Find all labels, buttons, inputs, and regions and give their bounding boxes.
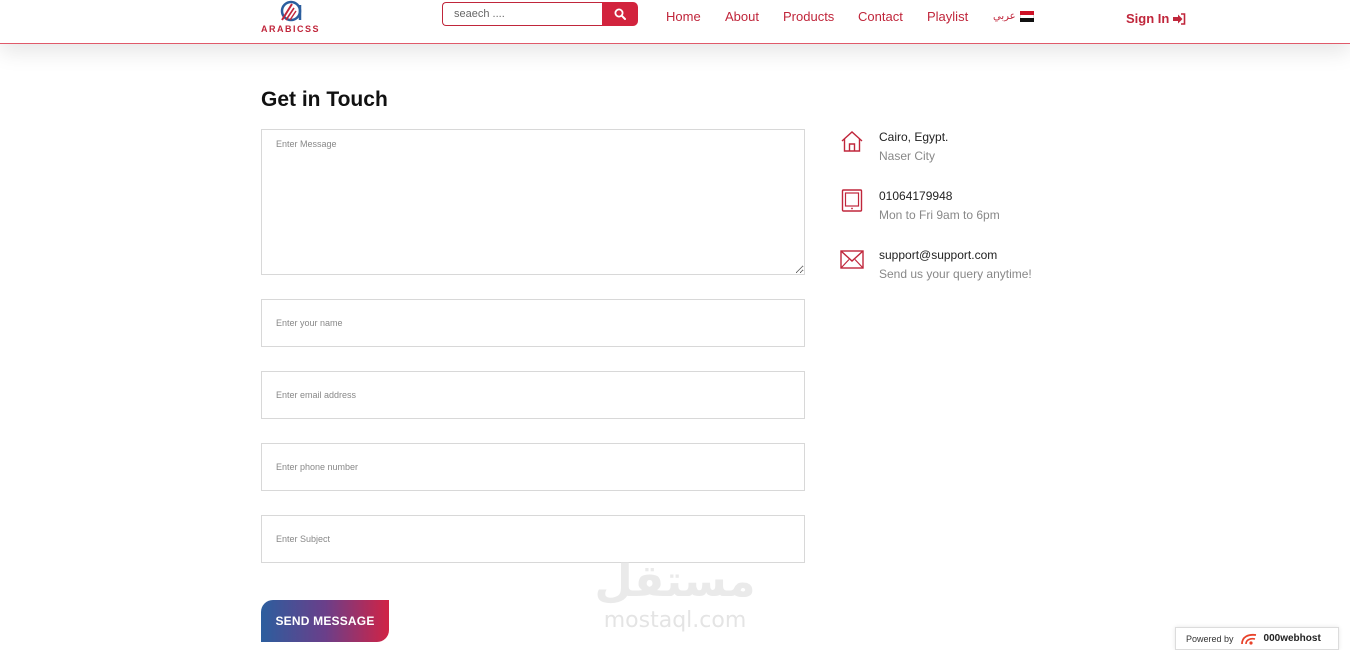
nav-about-link[interactable]: About bbox=[725, 9, 759, 24]
email-field[interactable] bbox=[261, 371, 805, 419]
email-title: support@support.com bbox=[879, 248, 998, 262]
address-title: Cairo, Egypt. bbox=[879, 130, 949, 144]
webhost-logo-icon bbox=[1240, 633, 1256, 645]
powered-by-label: Powered by bbox=[1186, 633, 1234, 644]
phone-field[interactable] bbox=[261, 443, 805, 491]
search-button[interactable] bbox=[602, 2, 638, 26]
nav-home-link[interactable]: Home bbox=[666, 9, 701, 24]
logo[interactable]: ARABICSS bbox=[261, 0, 321, 36]
logo-icon bbox=[280, 0, 302, 22]
home-icon bbox=[841, 131, 863, 152]
search-icon bbox=[614, 8, 627, 20]
search-bar bbox=[442, 2, 638, 26]
webhost-brand: 000webhost bbox=[1263, 633, 1321, 644]
phone-title: 01064179948 bbox=[879, 189, 953, 203]
envelope-icon bbox=[840, 250, 864, 269]
name-field[interactable] bbox=[261, 299, 805, 347]
address-sub: Naser City bbox=[879, 149, 936, 163]
search-input[interactable] bbox=[442, 2, 603, 26]
sign-in-label: Sign In bbox=[1126, 11, 1170, 26]
top-navbar: ARABICSS Home About Products Contact Pla… bbox=[0, 0, 1350, 44]
nav-playlist-link[interactable]: Playlist bbox=[927, 9, 968, 24]
send-message-button[interactable]: SEND MESSAGE bbox=[261, 600, 389, 642]
language-label: عربي bbox=[993, 11, 1016, 22]
hosting-badge[interactable]: Powered by 000webhost bbox=[1175, 627, 1339, 650]
nav-contact-link[interactable]: Contact bbox=[858, 9, 903, 24]
language-switch[interactable]: عربي bbox=[993, 11, 1034, 23]
logo-text: ARABICSS bbox=[261, 24, 321, 34]
watermark-arabic: مستقل bbox=[594, 556, 756, 607]
egypt-flag-icon bbox=[1019, 11, 1034, 23]
email-sub: Send us your query anytime! bbox=[879, 267, 1032, 281]
sign-in-link[interactable]: Sign In bbox=[1126, 11, 1186, 26]
watermark-latin: mostaql.com bbox=[603, 608, 747, 633]
message-field[interactable] bbox=[261, 129, 805, 275]
mostaql-watermark: مستقل mostaql.com bbox=[590, 556, 760, 636]
sign-in-icon bbox=[1173, 12, 1186, 25]
page-title: Get in Touch bbox=[261, 88, 388, 111]
phone-sub: Mon to Fri 9am to 6pm bbox=[879, 208, 1000, 222]
nav-products-link[interactable]: Products bbox=[783, 9, 834, 24]
tablet-icon bbox=[841, 189, 863, 212]
